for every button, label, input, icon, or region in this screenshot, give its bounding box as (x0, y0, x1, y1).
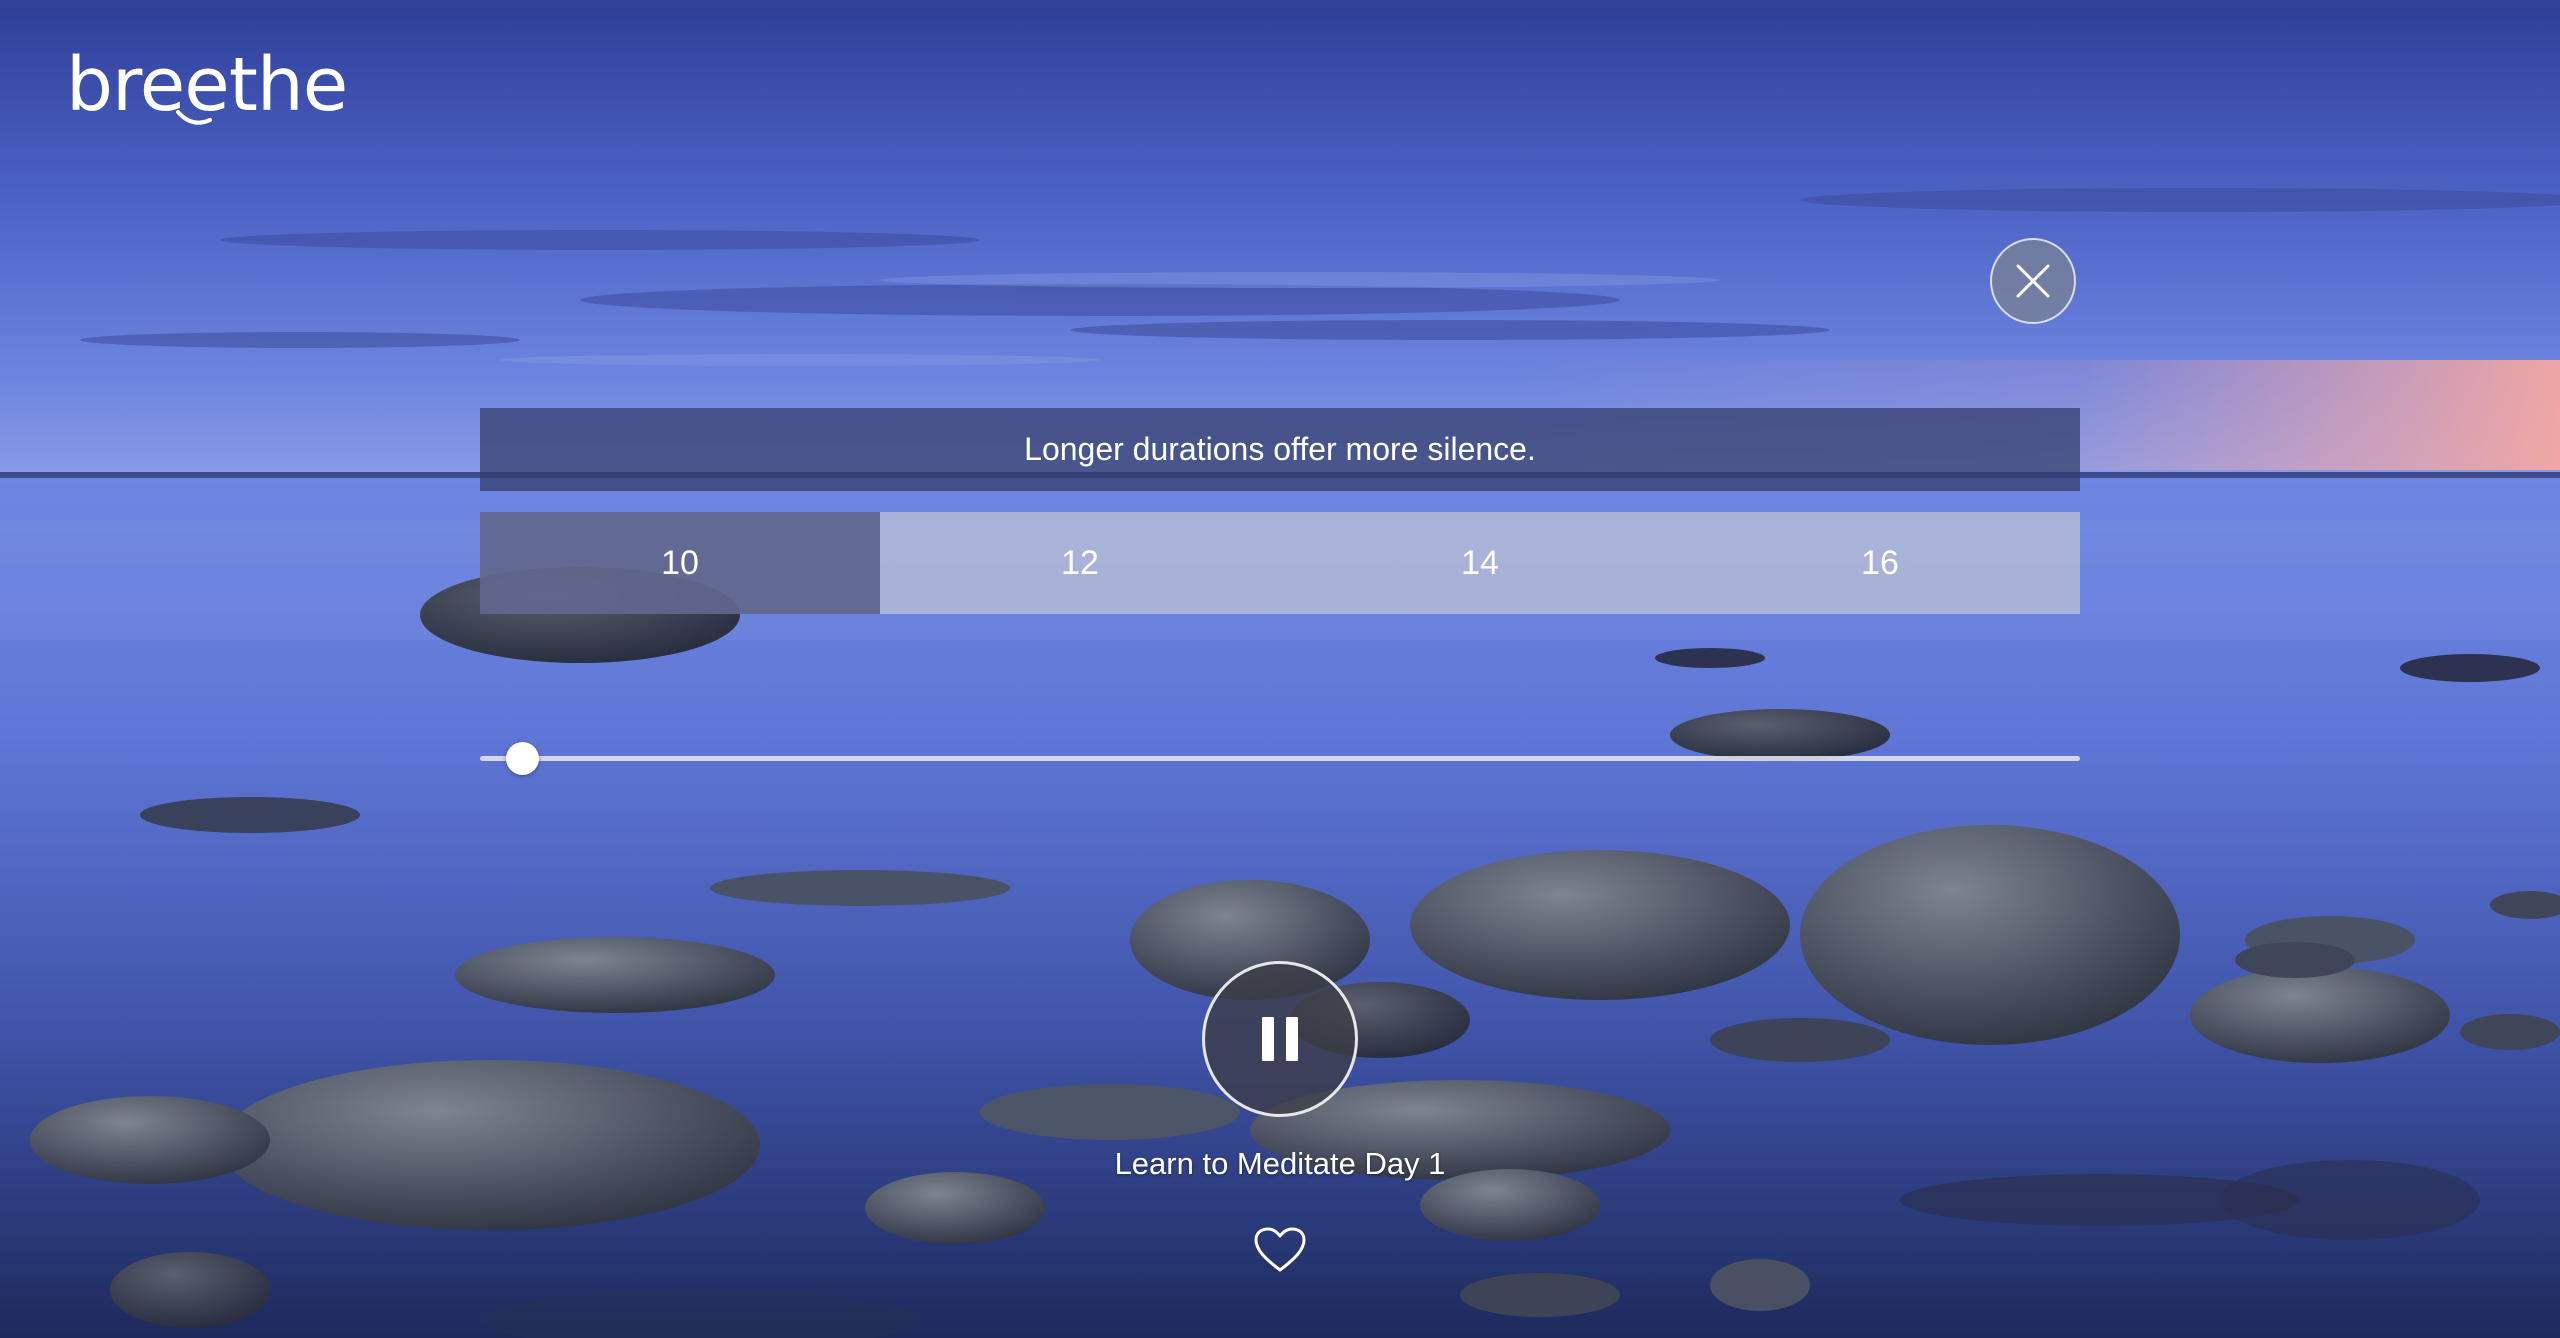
duration-selector: 10 12 14 16 (480, 512, 2080, 614)
duration-option[interactable]: 10 (480, 512, 880, 614)
pause-button[interactable] (1202, 961, 1358, 1117)
heart-outline-icon (1254, 1227, 1306, 1272)
banner-message: Longer durations offer more silence. (1024, 431, 1536, 467)
breethe-logo: breethe (66, 44, 348, 140)
favorite-button[interactable] (1252, 1222, 1308, 1278)
slider-thumb[interactable] (505, 742, 539, 775)
duration-option[interactable]: 12 (880, 512, 1280, 614)
duration-option[interactable]: 14 (1280, 512, 1680, 614)
slider-track[interactable] (480, 756, 2080, 761)
close-icon (2016, 264, 2050, 298)
progress-slider[interactable] (480, 738, 2080, 778)
close-button[interactable] (1990, 238, 2076, 324)
duration-option-label: 10 (661, 543, 699, 582)
duration-option[interactable]: 16 (1680, 512, 2080, 614)
duration-option-label: 14 (1461, 543, 1499, 582)
track-title: Learn to Meditate Day 1 (1114, 1146, 1446, 1181)
pause-icon (1262, 1017, 1298, 1061)
background-scene (0, 0, 2560, 1338)
duration-option-label: 12 (1061, 543, 1099, 582)
duration-info-banner: Longer durations offer more silence. (480, 408, 2080, 491)
logo-smile-icon (176, 110, 212, 125)
duration-option-label: 16 (1861, 543, 1899, 582)
